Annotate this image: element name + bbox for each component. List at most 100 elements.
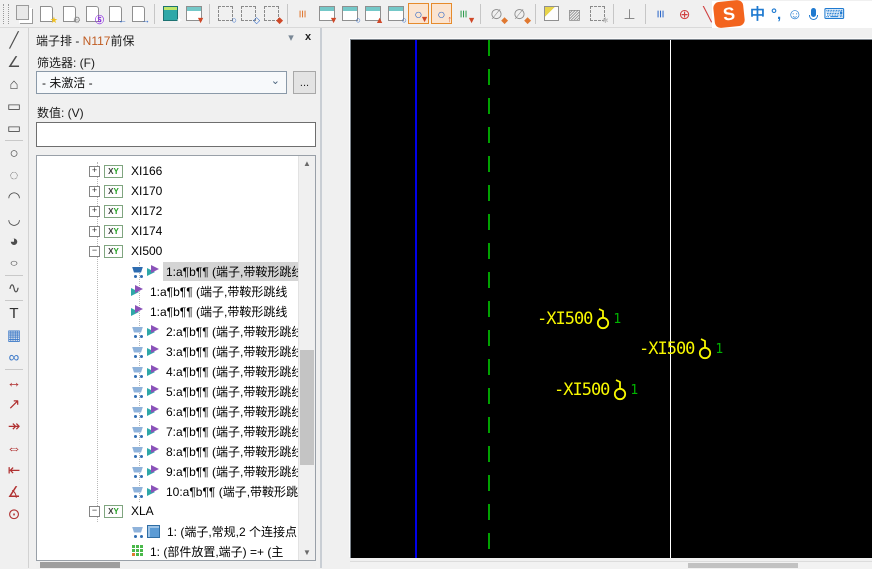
ime-emoji-icon[interactable]: ☺: [787, 7, 802, 22]
new-page-icon[interactable]: ★: [36, 3, 57, 24]
terminal-symbol[interactable]: [595, 308, 610, 330]
schematic-canvas[interactable]: -XI5001-XI5001-XI5001: [350, 39, 872, 558]
draw-polyline-icon[interactable]: ∠: [3, 51, 25, 73]
ime-language-mode-icon[interactable]: 中: [750, 7, 765, 22]
tree-item[interactable]: 3:a¶b¶¶ (端子,带鞍形跳线: [37, 341, 299, 361]
filter-browse-button[interactable]: ...: [293, 71, 316, 94]
terminal-symbol[interactable]: [612, 379, 627, 401]
dimension-angle-icon[interactable]: ∡: [3, 481, 25, 503]
column-separator-green-dashed[interactable]: [488, 40, 490, 558]
ime-keyboard-icon[interactable]: ⌨: [824, 7, 846, 22]
panel-menu-icon[interactable]: ▾: [284, 31, 298, 44]
draw-arc-icon[interactable]: ◠: [3, 186, 25, 208]
tree-item[interactable]: 2:a¶b¶¶ (端子,带鞍形跳线: [37, 321, 299, 341]
tree-item[interactable]: 1:a¶b¶¶ (端子,带鞍形跳线: [37, 261, 299, 281]
page-import-icon[interactable]: ←: [105, 3, 126, 24]
close-icon[interactable]: x: [301, 31, 315, 43]
dimension-continued-icon[interactable]: ↠: [3, 415, 25, 437]
insert-hyperlink-icon[interactable]: ∞: [3, 346, 25, 368]
page-macro-icon[interactable]: Ⓢ: [82, 3, 103, 24]
tree-item[interactable]: +XYXI174: [37, 221, 299, 241]
collapse-box-icon[interactable]: −: [89, 246, 100, 257]
tree-item[interactable]: +XYXI166: [37, 161, 299, 181]
terminal-designation[interactable]: -XI5001: [537, 308, 621, 330]
select-connections-icon[interactable]: ○: [215, 3, 236, 24]
draw-rectangle-2point-icon[interactable]: ▭: [3, 117, 25, 139]
plot-frame-line-blue[interactable]: [415, 40, 417, 558]
dimension-radius-icon[interactable]: ⊙: [3, 503, 25, 525]
expand-box-icon[interactable]: +: [89, 186, 100, 197]
tree-item[interactable]: 4:a¶b¶¶ (端子,带鞍形跳线: [37, 361, 299, 381]
tree-item[interactable]: 6:a¶b¶¶ (端子,带鞍形跳线: [37, 401, 299, 421]
draw-polygon-icon[interactable]: ⌂: [3, 73, 25, 95]
terminal-rows-icon[interactable]: ≡: [293, 3, 314, 24]
value-input[interactable]: [36, 122, 316, 147]
tree-item[interactable]: 1:a¶b¶¶ (端子,带鞍形跳线: [37, 281, 299, 301]
draw-circle-icon[interactable]: ○: [3, 142, 25, 164]
dimension-aligned-icon[interactable]: ↗: [3, 393, 25, 415]
column-separator-white[interactable]: [670, 40, 671, 558]
tree-hscrollbar-thumb[interactable]: [40, 562, 120, 568]
table-filter-apply-icon[interactable]: ▲: [362, 3, 383, 24]
dimension-baseline-icon[interactable]: ⇤: [3, 459, 25, 481]
device-filter-icon[interactable]: ○▼: [408, 3, 429, 24]
insert-window-macro-icon[interactable]: +: [160, 3, 181, 24]
tree-item[interactable]: 7:a¶b¶¶ (端子,带鞍形跳线: [37, 421, 299, 441]
device-navigate-icon[interactable]: ○↑: [431, 3, 452, 24]
hatch-fill-icon[interactable]: ▨: [564, 3, 585, 24]
insert-text-icon[interactable]: T: [3, 302, 25, 324]
tree-item[interactable]: −XYXI500: [37, 241, 299, 261]
ime-punctuation-icon[interactable]: °,: [771, 7, 781, 22]
filter-combobox[interactable]: - 未激活 - ⌄: [36, 71, 287, 94]
insert-image-icon[interactable]: ▦: [3, 324, 25, 346]
terminal-symbol[interactable]: [697, 338, 712, 360]
table-search-icon[interactable]: ○: [385, 3, 406, 24]
collapse-box-icon[interactable]: −: [89, 506, 100, 517]
macro-filter-icon[interactable]: ▼: [183, 3, 204, 24]
insert-terminal-strip-icon[interactable]: ≡: [651, 3, 672, 24]
scroll-up-icon[interactable]: ▲: [299, 156, 315, 171]
tree-item[interactable]: 1: (端子,常规,2 个连接点: [37, 521, 299, 541]
stamp-icon[interactable]: ⊥: [619, 3, 640, 24]
symbol-pin-multi-icon[interactable]: ∅◆: [486, 3, 507, 24]
ime-voice[interactable]: [809, 8, 818, 22]
symbol-pin-icon[interactable]: ∅◆: [509, 3, 530, 24]
dimension-linear-icon[interactable]: ↔: [3, 371, 25, 393]
tree-item[interactable]: 9:a¶b¶¶ (端子,带鞍形跳线: [37, 461, 299, 481]
sogou-logo[interactable]: S: [713, 0, 746, 28]
page-export-icon[interactable]: →: [128, 3, 149, 24]
tree-item[interactable]: 1:a¶b¶¶ (端子,带鞍形跳线: [37, 301, 299, 321]
select-symbol-icon[interactable]: ◇: [238, 3, 259, 24]
tree-item[interactable]: 8:a¶b¶¶ (端子,带鞍形跳线: [37, 441, 299, 461]
select-symbol-target-icon[interactable]: ◆: [261, 3, 282, 24]
tree-horizontal-scrollbar[interactable]: [36, 562, 316, 568]
terminal-designation[interactable]: -XI5001: [639, 338, 723, 360]
copy-pages-icon[interactable]: [13, 3, 34, 24]
tree-item[interactable]: 10:a¶b¶¶ (端子,带鞍形跳: [37, 481, 299, 501]
tree-item[interactable]: 5:a¶b¶¶ (端子,带鞍形跳线: [37, 381, 299, 401]
draw-ellipse-icon[interactable]: ○: [3, 252, 25, 274]
draw-rectangle-icon[interactable]: ▭: [3, 95, 25, 117]
tree-item[interactable]: 1: (部件放置,端子) =+ (主: [37, 541, 299, 561]
page-properties-icon[interactable]: ⚙: [59, 3, 80, 24]
draw-spline-icon[interactable]: ∿: [3, 277, 25, 299]
insert-plug-icon[interactable]: ⊕: [674, 3, 695, 24]
terminal-designation[interactable]: -XI5001: [554, 379, 638, 401]
draw-sector-icon[interactable]: ◕: [3, 230, 25, 252]
tree-vertical-scrollbar[interactable]: ▲ ▼: [298, 156, 315, 560]
table-select-icon[interactable]: ○: [339, 3, 360, 24]
tree-item[interactable]: +XYXI172: [37, 201, 299, 221]
tree-item[interactable]: +XYXI170: [37, 181, 299, 201]
draw-arc-3point-icon[interactable]: ◡: [3, 208, 25, 230]
pattern-placeholder-icon[interactable]: ∗: [587, 3, 608, 24]
dimension-chain-icon[interactable]: ⇔: [3, 437, 25, 459]
table-filter-icon[interactable]: ▼: [316, 3, 337, 24]
scroll-down-icon[interactable]: ▼: [299, 545, 315, 560]
expand-box-icon[interactable]: +: [89, 166, 100, 177]
expand-box-icon[interactable]: +: [89, 206, 100, 217]
terminal-tree[interactable]: +XYXI166+XYXI170+XYXI172+XYXI174−XYXI500…: [36, 155, 316, 561]
tree-item[interactable]: −XYXLA: [37, 501, 299, 521]
draw-line-icon[interactable]: ╱: [3, 29, 25, 51]
tree-scrollbar-thumb[interactable]: [300, 350, 314, 465]
terminal-filter-icon[interactable]: ≡▼: [454, 3, 475, 24]
